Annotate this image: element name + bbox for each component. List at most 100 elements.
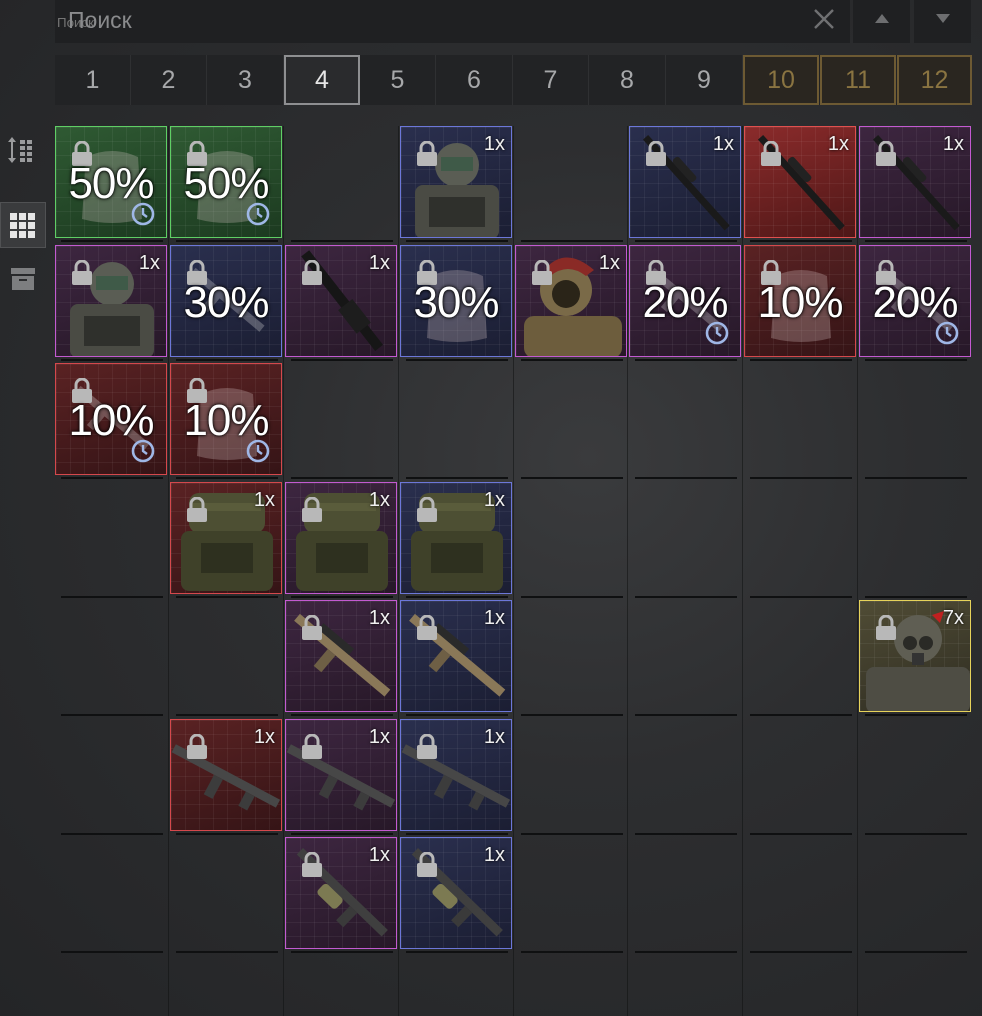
inventory-slot[interactable]: 10% [170,363,282,475]
inventory-slot[interactable]: 1x [285,245,397,357]
inventory-slot[interactable]: 50% [55,126,167,238]
slot-divider [61,477,163,479]
page-tab-9[interactable]: 9 [666,55,743,105]
slot-divider [291,240,393,242]
inventory-slot[interactable]: 20% [629,245,741,357]
inventory-slot[interactable]: 1x [400,837,512,949]
slot-divider [176,951,278,953]
page-tab-11[interactable]: 11 [820,55,896,105]
page-tab-7[interactable]: 7 [513,55,589,105]
item-count: 1x [483,133,505,155]
arrow-up-icon [875,14,889,23]
slot-divider [521,477,623,479]
clock-icon [935,321,959,345]
page-tab-12[interactable]: 12 [897,55,972,105]
archive-button[interactable] [0,256,46,302]
slot-divider [635,951,737,953]
close-icon[interactable] [812,7,836,31]
inventory-slot[interactable]: 1x [285,719,397,831]
slot-divider [635,477,737,479]
slot-divider [750,240,852,242]
slot-divider [406,833,508,835]
inventory-slot[interactable]: 1x [400,600,512,712]
slot-divider [176,833,278,835]
item-count: 1x [368,844,390,866]
lock-icon [302,852,322,877]
archive-icon [11,268,35,290]
lock-icon [646,141,666,166]
inventory-slot[interactable]: 20% [859,245,971,357]
lock-icon [417,734,437,759]
inventory-slot[interactable]: 10% [744,245,856,357]
scroll-up-button[interactable] [853,0,910,43]
item-count: 1x [483,607,505,629]
slot-divider [635,359,737,361]
inventory-slot[interactable]: 1x [285,837,397,949]
slot-divider [291,714,393,716]
inventory-slot[interactable]: 1x [515,245,627,357]
inventory-slot[interactable]: 1x [170,719,282,831]
inventory-slot[interactable]: 1x [629,126,741,238]
slot-divider [61,714,163,716]
inventory-slot[interactable]: 1x [744,126,856,238]
grid-column-divider [742,126,743,1016]
grid-view-button[interactable] [0,202,46,248]
inventory-slot[interactable]: 30% [400,245,512,357]
lock-icon [761,141,781,166]
arrow-down-icon [936,14,950,23]
sort-icon [8,137,32,163]
item-count: 1x [138,252,160,274]
inventory-slot[interactable]: 1x [170,482,282,594]
slot-divider [865,359,967,361]
sort-button[interactable] [0,128,46,174]
inventory-slot[interactable]: 1x [285,600,397,712]
item-count: 1x [483,489,505,511]
lock-icon [417,497,437,522]
slot-divider [635,833,737,835]
page-tab-5[interactable]: 5 [360,55,436,105]
inventory-slot[interactable]: 10% [55,363,167,475]
scroll-down-button[interactable] [914,0,971,43]
inventory-slot[interactable]: 7x [859,600,971,712]
slot-divider [865,477,967,479]
lock-icon [187,497,207,522]
item-count: 1x [598,252,620,274]
inventory-slot[interactable]: 50% [170,126,282,238]
inventory-slot[interactable]: 1x [859,126,971,238]
slot-divider [521,833,623,835]
search-placeholder: Поиск [68,7,132,33]
page-tab-2[interactable]: 2 [131,55,207,105]
grid-view-icon [10,213,35,238]
page-tab-8[interactable]: 8 [589,55,666,105]
lock-icon [417,852,437,877]
slot-divider [176,477,278,479]
page-tab-1[interactable]: 1 [55,55,131,105]
slot-divider [750,951,852,953]
clock-icon [246,202,270,226]
page-tab-6[interactable]: 6 [436,55,513,105]
inventory-slot[interactable]: 1x [285,482,397,594]
page-tab-10[interactable]: 10 [743,55,819,105]
clock-icon [246,439,270,463]
item-count: 1x [368,252,390,274]
inventory-slot[interactable]: 1x [400,126,512,238]
search-bar: Поиск [55,0,850,45]
inventory-slot[interactable]: 1x [400,719,512,831]
inventory-slot[interactable]: 1x [55,245,167,357]
page-tab-4[interactable]: 4 [284,55,360,105]
item-count: 7x [942,607,964,629]
slot-divider [406,596,508,598]
search-input[interactable] [55,0,819,45]
slot-divider [291,477,393,479]
lock-icon [302,260,322,285]
inventory-slot[interactable]: 30% [170,245,282,357]
lock-icon [72,260,92,285]
grid-column-divider [627,126,628,1016]
page-tab-3[interactable]: 3 [207,55,284,105]
slot-divider [406,951,508,953]
slot-divider [750,714,852,716]
clock-icon [131,439,155,463]
lock-icon [417,141,437,166]
inventory-slot[interactable]: 1x [400,482,512,594]
slot-divider [61,596,163,598]
